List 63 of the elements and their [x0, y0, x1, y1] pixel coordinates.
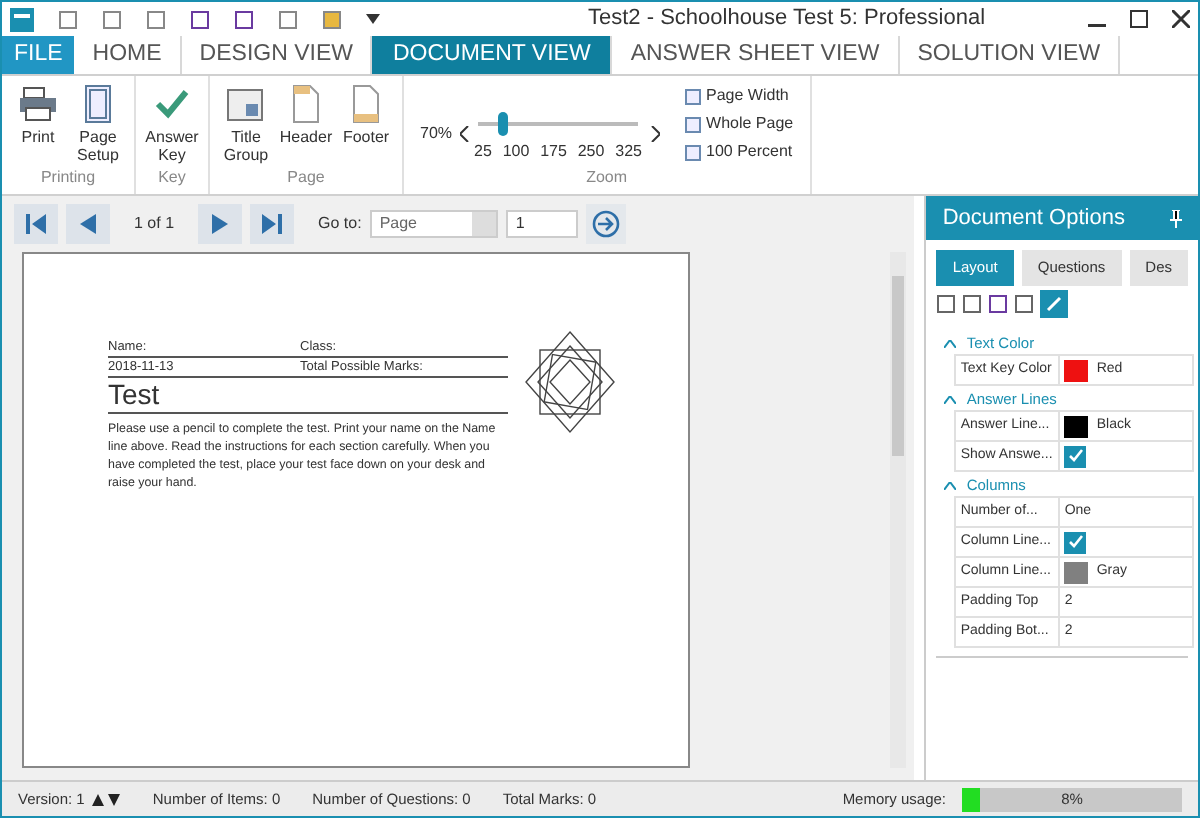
- zoom-option-button[interactable]: 100 Percent: [684, 140, 794, 164]
- zoom-reading: 70%: [420, 122, 453, 146]
- triangle-right-icon: [208, 212, 233, 236]
- group-label: Printing: [40, 166, 96, 190]
- ribbon-tab[interactable]: DOCUMENT VIEW: [372, 36, 613, 74]
- zoom-tick-label: 100: [502, 140, 530, 164]
- document-icon: [293, 85, 319, 123]
- panel-title: Document Options: [942, 203, 1125, 234]
- ribbon-button[interactable]: Footer: [338, 84, 394, 164]
- pencil-icon: [1046, 296, 1063, 312]
- triangle-left-icon: [76, 212, 100, 236]
- checkbox[interactable]: [1064, 445, 1087, 467]
- check-icon: [155, 90, 189, 119]
- last-page-icon: [260, 212, 285, 236]
- goto-type-dropdown[interactable]: Page: [369, 210, 498, 238]
- color-swatch[interactable]: [1064, 415, 1089, 437]
- scrollbar[interactable]: [889, 252, 906, 768]
- zoom-slider[interactable]: [478, 112, 639, 136]
- chevron-left-icon[interactable]: [460, 126, 471, 142]
- maximize-icon[interactable]: [1130, 10, 1148, 28]
- diamond-logo-icon: [524, 330, 616, 434]
- document-icon: [227, 89, 263, 121]
- goto-label: Go to:: [318, 212, 362, 236]
- ribbon-button[interactable]: Print: [10, 84, 66, 164]
- zoom-tick-label: 250: [577, 140, 605, 164]
- zoom-tick-label: 325: [615, 140, 642, 164]
- next-page-button[interactable]: [198, 204, 243, 244]
- app-icon[interactable]: [10, 7, 34, 31]
- first-page-button[interactable]: [14, 204, 58, 244]
- zoom-option-button[interactable]: Whole Page: [684, 112, 794, 136]
- up-down-arrows-icon[interactable]: [92, 793, 121, 805]
- document-icon: [353, 85, 379, 123]
- page-icon: [85, 85, 111, 123]
- group-label: Page: [287, 166, 325, 190]
- slider-thumb[interactable]: [498, 112, 509, 136]
- first-page-icon: [24, 212, 48, 236]
- close-icon[interactable]: [1172, 10, 1190, 28]
- checkbox[interactable]: [1064, 531, 1087, 553]
- last-page-button[interactable]: [250, 204, 295, 244]
- zoom-option-button[interactable]: Page Width: [684, 84, 794, 108]
- collapse-caret-icon[interactable]: [944, 481, 957, 489]
- pin-icon[interactable]: [1170, 209, 1182, 227]
- dropdown-icon[interactable]: [366, 14, 380, 24]
- test-title: Test: [108, 378, 160, 410]
- ribbon-button[interactable]: Title Group: [218, 84, 274, 164]
- collapse-caret-icon[interactable]: [944, 395, 957, 403]
- group-label: Key: [158, 166, 186, 190]
- color-swatch[interactable]: [1064, 359, 1089, 381]
- color-swatch[interactable]: [1064, 561, 1089, 583]
- zoom-tick-label: 25: [474, 140, 492, 164]
- page-number-field[interactable]: 1: [505, 210, 578, 238]
- collapse-caret-icon[interactable]: [944, 339, 957, 347]
- zoom-tick-label: 175: [540, 140, 567, 164]
- ribbon-button[interactable]: Header: [278, 84, 334, 164]
- ribbon-button[interactable]: Page Setup: [70, 84, 126, 164]
- go-button[interactable]: [585, 204, 626, 244]
- edit-tool-button[interactable]: [1040, 290, 1069, 318]
- page-count: 1 of 1: [134, 212, 175, 236]
- ribbon-button[interactable]: Answer Key: [144, 84, 200, 164]
- window-title: Test2 - Schoolhouse Test 5: Professional: [588, 4, 986, 35]
- group-label: Zoom: [586, 166, 628, 190]
- chevron-right-icon[interactable]: [650, 126, 661, 142]
- previous-page-button[interactable]: [66, 204, 110, 244]
